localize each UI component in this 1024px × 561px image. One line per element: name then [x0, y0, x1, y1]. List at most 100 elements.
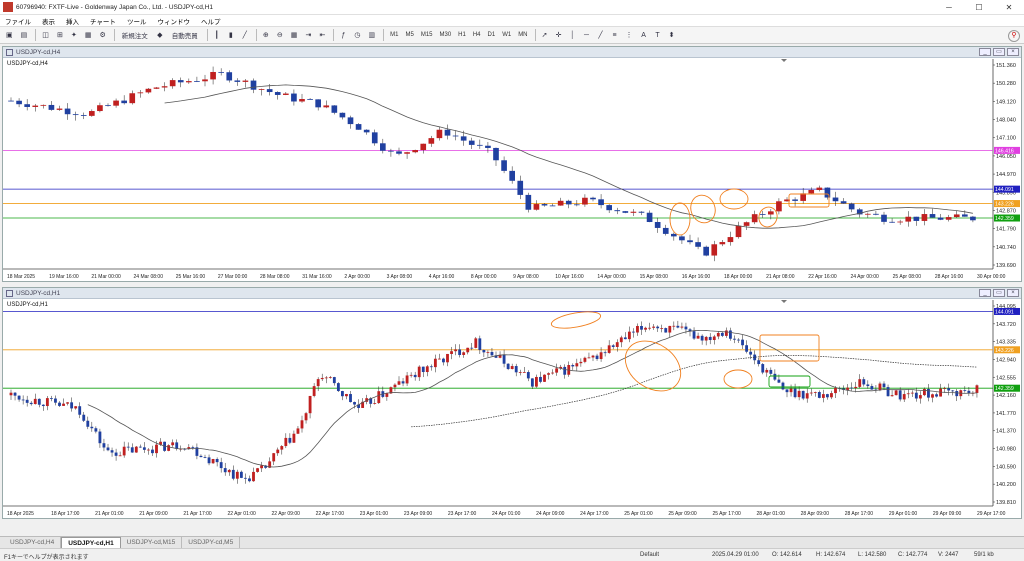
- label-tool-icon[interactable]: T: [652, 29, 664, 41]
- maximize-button[interactable]: ☐: [964, 0, 994, 15]
- menu-chart[interactable]: チャート: [90, 16, 116, 26]
- search-icon[interactable]: ⚲: [1008, 30, 1020, 42]
- tf-m5[interactable]: M5: [402, 32, 416, 38]
- candle-body: [315, 99, 321, 108]
- chart-restore-button[interactable]: ▭: [993, 48, 1005, 56]
- tf-h1[interactable]: H1: [455, 32, 469, 38]
- chart-close-button[interactable]: ×: [1007, 48, 1019, 56]
- autoscroll-icon[interactable]: ⇥: [302, 29, 314, 41]
- tf-m1[interactable]: M1: [387, 32, 401, 38]
- menu-file[interactable]: ファイル: [5, 16, 31, 26]
- tf-mn[interactable]: MN: [515, 32, 530, 38]
- cursor-icon[interactable]: ➚: [539, 29, 551, 41]
- bar-chart-icon[interactable]: ┃: [211, 29, 223, 41]
- tester-icon[interactable]: ⚙: [97, 29, 109, 41]
- time-tick-label: 27 Mar 00:00: [218, 274, 248, 280]
- horizontal-line-icon[interactable]: ─: [581, 29, 593, 41]
- candle-body: [199, 455, 203, 458]
- new-chart-icon[interactable]: ▣: [3, 29, 16, 41]
- text-tool-icon[interactable]: A: [638, 29, 650, 41]
- trendline-icon[interactable]: ╱: [595, 29, 607, 41]
- candle-body: [8, 100, 14, 102]
- minimize-button[interactable]: ─: [934, 0, 964, 15]
- candle-body: [826, 394, 829, 398]
- chart-window-h1[interactable]: USDJPY-cd,H1 _ ▭ × USDJPY-cd,H1 144.095 1…: [2, 287, 1022, 519]
- tf-h4[interactable]: H4: [470, 32, 484, 38]
- candlestick-chart-h4[interactable]: 151.360 150.280 149.120 148.040 147.100 146.0…: [3, 59, 1021, 281]
- price-chart-area[interactable]: USDJPY-cd,H1 144.095 143.720 143.335 142.94…: [3, 300, 1021, 518]
- candle-body: [105, 105, 111, 107]
- tf-w1[interactable]: W1: [499, 32, 514, 38]
- candle-body: [622, 211, 629, 213]
- candle-body: [761, 364, 765, 373]
- periods-icon[interactable]: ◷: [351, 29, 363, 41]
- zoom-out-icon[interactable]: ⊖: [274, 29, 286, 41]
- fibonacci-icon[interactable]: ⋮: [623, 29, 636, 41]
- price-level-label: 142.359: [995, 386, 1014, 392]
- candle-body: [816, 187, 823, 190]
- chart-window-h4[interactable]: USDJPY-cd,H4 _ ▭ × USDJPY-cd,H4 151.360 1…: [2, 46, 1022, 282]
- candlestick-icon[interactable]: ▮: [225, 29, 237, 41]
- channel-icon[interactable]: ≡: [609, 29, 621, 41]
- profiles-icon[interactable]: ▤: [18, 29, 31, 41]
- navigator-icon[interactable]: ✦: [68, 29, 80, 41]
- candle-body: [283, 93, 289, 95]
- candle-body: [324, 377, 328, 379]
- new-order-button[interactable]: 新規注文: [118, 29, 152, 41]
- status-open: O: 142.614: [772, 552, 802, 558]
- data-window-icon[interactable]: ⊞: [54, 29, 66, 41]
- candle-body: [223, 468, 227, 473]
- tab-usdjpy-m5[interactable]: USDJPY-cd,M5: [182, 537, 241, 548]
- candle-body: [299, 99, 305, 102]
- candle-body: [729, 330, 732, 339]
- candle-body: [797, 390, 801, 398]
- arrows-icon[interactable]: ⬍: [666, 29, 678, 41]
- tf-m15[interactable]: M15: [418, 32, 436, 38]
- candle-body: [850, 387, 854, 389]
- chart-shift-icon[interactable]: ⇤: [316, 29, 328, 41]
- crosshair-icon[interactable]: ✛: [553, 29, 565, 41]
- candle-body: [913, 216, 920, 221]
- candle-body: [102, 443, 106, 448]
- market-watch-icon[interactable]: ◫: [39, 29, 52, 41]
- candle-body: [266, 89, 273, 93]
- candle-body: [412, 150, 418, 153]
- chart-restore-button[interactable]: ▭: [993, 289, 1005, 297]
- zoom-in-icon[interactable]: ⊕: [260, 29, 272, 41]
- line-chart-icon[interactable]: ╱: [239, 29, 251, 41]
- tf-d1[interactable]: D1: [485, 32, 499, 38]
- terminal-icon[interactable]: ▦: [82, 29, 95, 41]
- candle-body: [363, 129, 370, 133]
- candle-body: [644, 327, 647, 330]
- tab-usdjpy-h1[interactable]: USDJPY-cd,H1: [61, 537, 121, 548]
- indicators-icon[interactable]: ƒ: [337, 29, 349, 41]
- menu-view[interactable]: 表示: [42, 16, 55, 26]
- tf-m30[interactable]: M30: [437, 32, 455, 38]
- candlestick-chart-h1[interactable]: 144.095143.720143.335142.940142.555142.1…: [3, 300, 1021, 518]
- chart-window-title-bar[interactable]: USDJPY-cd,H4 _ ▭ ×: [3, 47, 1021, 58]
- candle-body: [712, 336, 716, 341]
- highlight-ellipse: [624, 340, 682, 392]
- candle-body: [393, 384, 397, 388]
- chart-close-button[interactable]: ×: [1007, 289, 1019, 297]
- menu-tools[interactable]: ツール: [127, 16, 147, 26]
- candle-body: [284, 437, 288, 447]
- metaeditor-icon[interactable]: ◆: [154, 29, 166, 41]
- menu-insert[interactable]: 挿入: [66, 16, 79, 26]
- vertical-line-icon[interactable]: │: [567, 29, 579, 41]
- chart-minimize-button[interactable]: _: [979, 289, 991, 297]
- tab-usdjpy-h4[interactable]: USDJPY-cd,H4: [4, 537, 62, 548]
- templates-icon[interactable]: ▥: [366, 29, 379, 41]
- chart-minimize-button[interactable]: _: [979, 48, 991, 56]
- tab-usdjpy-m15[interactable]: USDJPY-cd,M15: [121, 537, 183, 548]
- highlight-ellipse: [550, 311, 602, 329]
- menu-window[interactable]: ウィンドウ: [157, 16, 190, 26]
- auto-trading-button[interactable]: 自動売買: [168, 29, 202, 41]
- menu-help[interactable]: ヘルプ: [201, 16, 221, 26]
- price-chart-area[interactable]: USDJPY-cd,H4 151.360 150.280 149.120 148.04…: [3, 59, 1021, 281]
- chart-window-title-bar[interactable]: USDJPY-cd,H1 _ ▭ ×: [3, 288, 1021, 299]
- candle-body: [493, 147, 499, 161]
- time-tick-label: 3 Apr 08:00: [387, 274, 413, 280]
- tile-windows-icon[interactable]: ▦: [288, 29, 301, 41]
- close-button[interactable]: ✕: [994, 0, 1024, 15]
